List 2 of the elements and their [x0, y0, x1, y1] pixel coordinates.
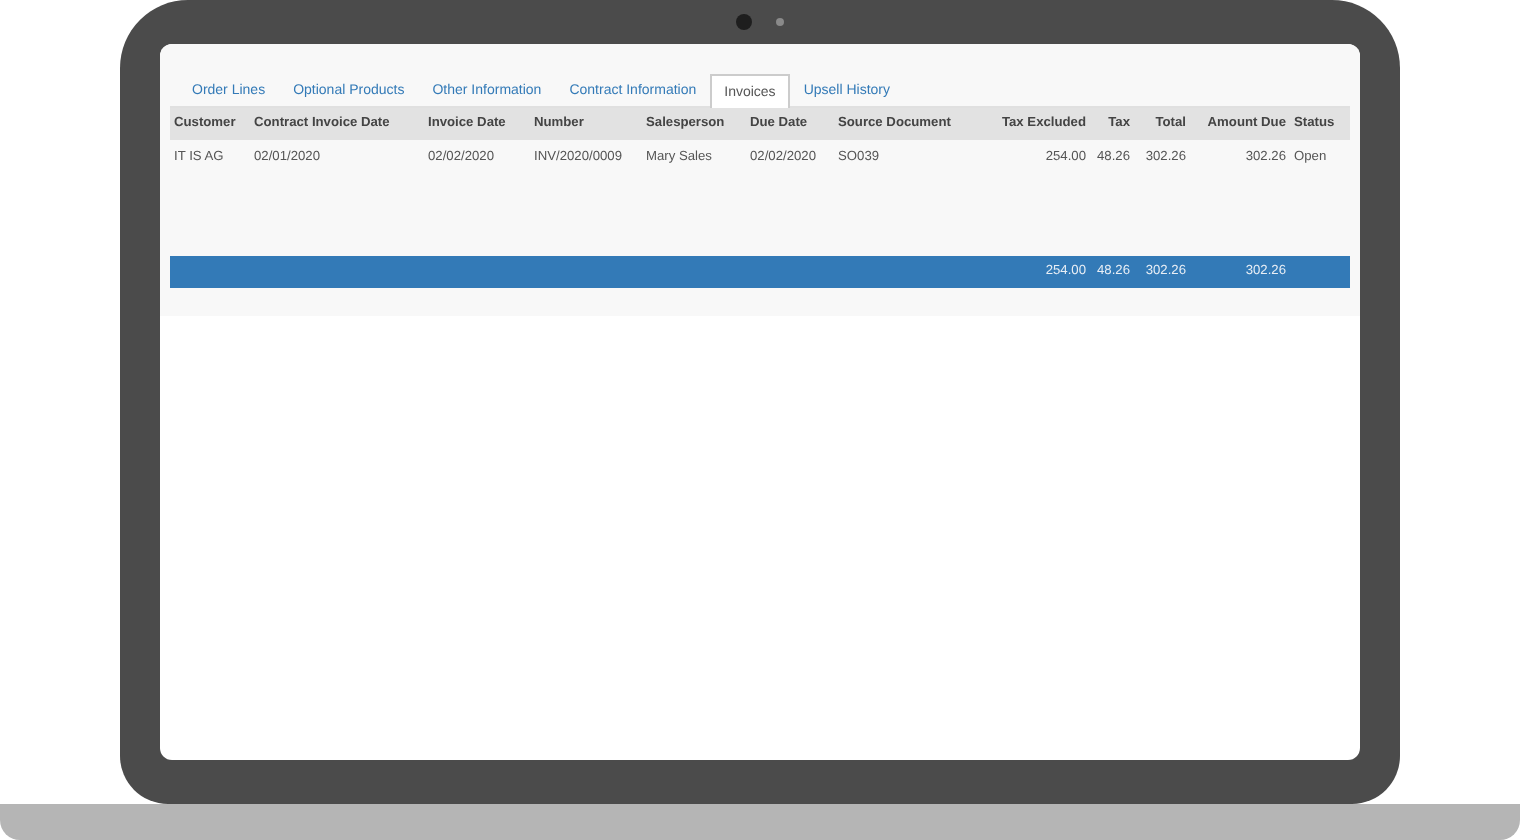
sensor-icon	[776, 18, 784, 26]
camera-icon	[736, 14, 752, 30]
